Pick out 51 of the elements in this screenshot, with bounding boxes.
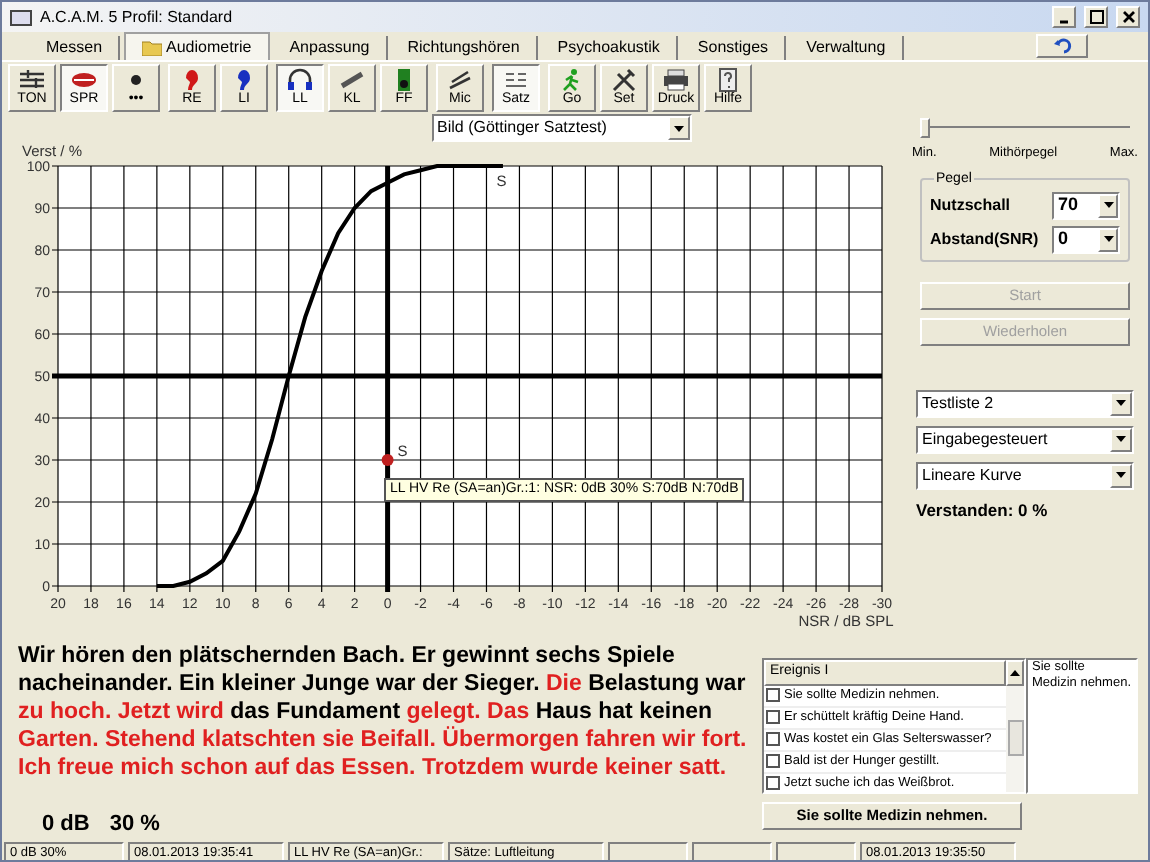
percent-result: 30 % [109,809,160,839]
tab[interactable]: Richtungshören [391,36,538,60]
maximize-icon [1089,10,1103,24]
option-select[interactable]: Eingabegesteuert [916,425,1134,454]
tab[interactable]: Sonstiges [681,36,787,60]
slider-thumb[interactable] [920,118,930,138]
window-title: A.C.A.M. 5 Profil: Standard [40,5,235,29]
close-icon [1121,10,1135,24]
field-label: Abstand(SNR) [930,227,1039,252]
close-button[interactable] [1116,6,1140,28]
sliders-icon [18,68,46,92]
measurement-point [381,454,394,466]
help-book-icon [714,68,742,92]
headphones-icon [286,68,314,92]
option-select[interactable]: Testliste 2 [916,389,1134,418]
listening-level-slider[interactable] [920,118,1130,142]
bone-conductor-icon [338,68,366,92]
tab[interactable]: Audiometrie [124,32,270,60]
minimize-button[interactable] [1052,6,1076,28]
option-select[interactable]: Lineare Kurve [916,461,1134,490]
folder-icon [142,39,163,55]
status-pane [776,842,856,860]
checkbox[interactable] [766,776,780,790]
checkbox[interactable] [766,754,780,768]
understood-percentage: Verstanden: 0 % [916,497,1050,523]
status-pane [692,842,772,860]
checkbox[interactable] [766,710,780,724]
scroll-up-icon[interactable] [1006,660,1024,685]
undo-arrow-icon [1053,38,1071,54]
undo-button[interactable] [1036,34,1088,58]
printer-icon [662,68,690,92]
level-select[interactable]: 70 [1052,191,1120,220]
lips-icon [70,68,98,92]
status-pane [608,842,688,860]
app-icon [10,9,32,25]
level-select[interactable]: 0 [1052,225,1120,254]
snr-result: 0 dB [42,809,90,839]
tab[interactable]: Psychoakustik [541,36,678,60]
field-label: Nutzschall [930,193,1011,218]
checkbox[interactable] [766,732,780,746]
test-sentences: Wir hören den plätschernden Bach. Er gewinnt sechs Spiele nacheinander. Ein kleiner Junge war der Sieger. Die Belastung war zu hoch. Jetzt wird das Fundament gelegt. Das Haus hat keinen Garten. Stehend klatschten sie Beifall. Übermorgen fahren wir fort. Ich freue mich schon auf das Essen. Trotzdem wurde keiner satt. [18,642,749,782]
tools-icon [610,68,638,92]
microphone-icon [446,68,474,92]
sentence-icon [502,68,530,92]
scrollbar[interactable] [1006,685,1024,792]
tab[interactable]: Verwaltung [790,36,904,60]
tab[interactable]: Anpassung [273,36,388,60]
test-select[interactable]: Bild (Göttinger Satztest) [431,114,691,142]
maximize-button[interactable] [1084,6,1108,28]
tab[interactable]: Messen [30,36,121,60]
checkbox[interactable] [766,688,780,702]
